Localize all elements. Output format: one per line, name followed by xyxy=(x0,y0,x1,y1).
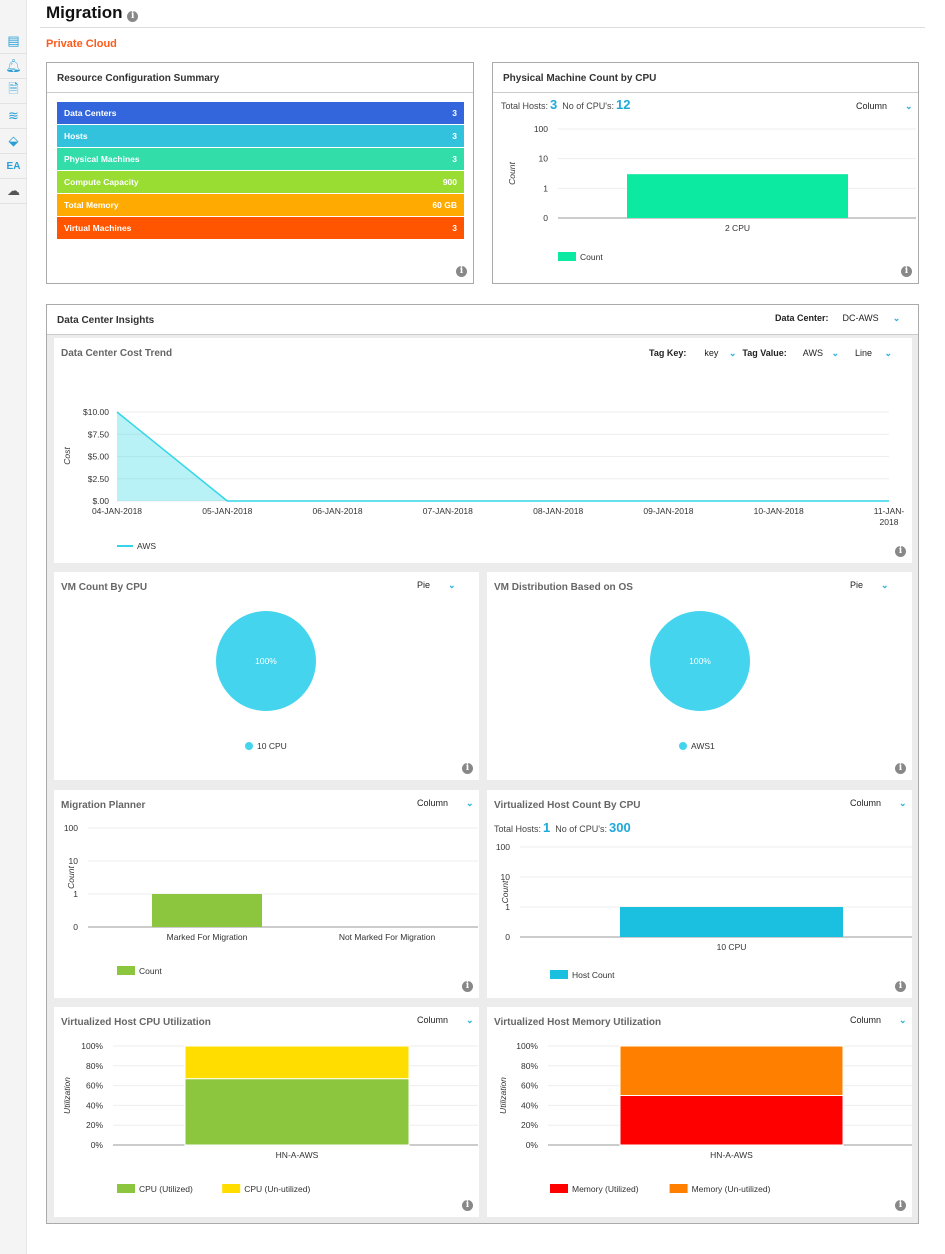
y-axis-label: Utilization xyxy=(62,1077,72,1114)
legend-label: Count xyxy=(580,252,603,262)
y-tick-label: 0 xyxy=(73,922,78,932)
y-tick-label: 100% xyxy=(81,1041,103,1051)
x-tick-label: HN-A-AWS xyxy=(276,1150,319,1160)
x-tick-label: 11-JAN- xyxy=(874,506,905,516)
legend-swatch xyxy=(117,966,135,975)
y-axis-label: Count xyxy=(500,880,510,903)
legend-label: CPU (Un-utilized) xyxy=(244,1184,310,1194)
x-tick-label: 10-JAN-2018 xyxy=(754,506,804,516)
legend-label: Host Count xyxy=(572,970,615,980)
x-tick-label: Not Marked For Migration xyxy=(339,932,436,942)
x-tick-label: HN-A-AWS xyxy=(710,1150,753,1160)
y-tick-label: 10 xyxy=(501,872,511,882)
bar xyxy=(620,907,843,937)
y-tick-label: 40% xyxy=(86,1100,103,1110)
y-tick-label: 0 xyxy=(543,213,548,223)
y-tick-label: 80% xyxy=(521,1061,538,1071)
legend-swatch xyxy=(558,252,576,261)
bar xyxy=(627,174,848,218)
bar xyxy=(152,894,262,927)
legend-label: CPU (Utilized) xyxy=(139,1184,193,1194)
legend-label: 10 CPU xyxy=(257,741,287,751)
x-tick-label: Marked For Migration xyxy=(167,932,248,942)
y-tick-label: 100% xyxy=(516,1041,538,1051)
y-tick-label: 0% xyxy=(91,1140,104,1150)
x-tick-label: 10 CPU xyxy=(717,942,747,952)
y-tick-label: 40% xyxy=(521,1100,538,1110)
legend-swatch xyxy=(679,742,687,750)
legend-label: AWS1 xyxy=(691,741,715,751)
pie-data-label: 100% xyxy=(255,656,277,666)
x-tick-label: 08-JAN-2018 xyxy=(533,506,583,516)
x-tick-label: 2 CPU xyxy=(725,223,750,233)
legend-label: AWS xyxy=(137,541,156,551)
x-tick-label: 07-JAN-2018 xyxy=(423,506,473,516)
x-tick-label: 09-JAN-2018 xyxy=(643,506,693,516)
y-tick-label: 20% xyxy=(521,1120,538,1130)
charts-layer: 1001010Count2 CPUCount1001010CountMarked… xyxy=(62,124,916,1194)
y-tick-label: 1 xyxy=(73,889,78,899)
y-tick-label: 20% xyxy=(86,1120,103,1130)
y-tick-label: 60% xyxy=(86,1081,103,1091)
y-tick-label: 0% xyxy=(526,1140,539,1150)
y-tick-label: $.00 xyxy=(92,496,109,506)
legend-swatch xyxy=(222,1184,241,1193)
y-tick-label: $5.00 xyxy=(88,452,110,462)
y-tick-label: 80% xyxy=(86,1061,103,1071)
x-tick-label: 2018 xyxy=(880,517,899,527)
x-tick-label: 06-JAN-2018 xyxy=(313,506,363,516)
legend-swatch xyxy=(245,742,253,750)
bar xyxy=(619,1045,844,1096)
y-axis-label: Count xyxy=(507,162,517,185)
bar xyxy=(184,1078,410,1146)
y-tick-label: 100 xyxy=(64,823,78,833)
legend-label: Memory (Un-utilized) xyxy=(692,1184,771,1194)
y-axis-label: Count xyxy=(66,866,76,889)
y-tick-label: 0 xyxy=(505,932,510,942)
bar xyxy=(184,1045,410,1080)
legend-swatch xyxy=(550,970,568,979)
legend-swatch xyxy=(669,1184,688,1193)
y-tick-label: $2.50 xyxy=(88,474,110,484)
legend-swatch xyxy=(117,1184,135,1193)
pie-data-label: 100% xyxy=(689,656,711,666)
y-axis-label: Cost xyxy=(62,447,72,465)
y-tick-label: 10 xyxy=(69,856,79,866)
x-tick-label: 04-JAN-2018 xyxy=(92,506,142,516)
y-tick-label: $10.00 xyxy=(83,407,109,417)
y-tick-label: 60% xyxy=(521,1081,538,1091)
y-tick-label: 1 xyxy=(543,183,548,193)
y-tick-label: 10 xyxy=(539,154,549,164)
legend-label: Memory (Utilized) xyxy=(572,1184,639,1194)
x-tick-label: 05-JAN-2018 xyxy=(202,506,252,516)
bar xyxy=(619,1095,844,1146)
legend-swatch xyxy=(550,1184,568,1193)
y-tick-label: $7.50 xyxy=(88,429,110,439)
y-axis-label: Utilization xyxy=(498,1077,508,1114)
legend-label: Count xyxy=(139,966,162,976)
y-tick-label: 100 xyxy=(496,842,510,852)
y-tick-label: 100 xyxy=(534,124,548,134)
